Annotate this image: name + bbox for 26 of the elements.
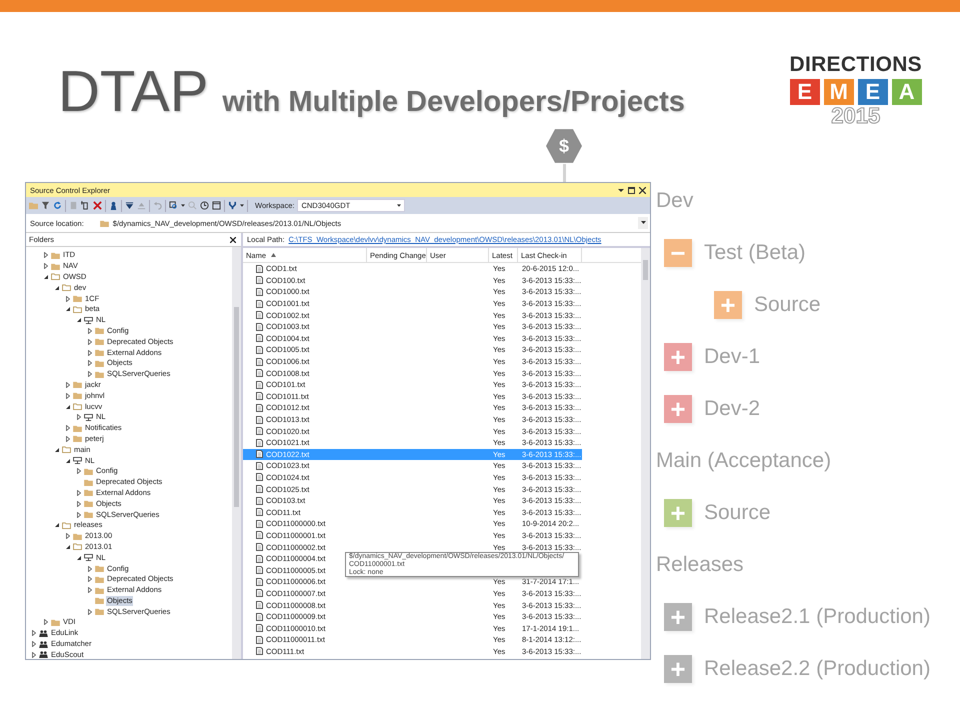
logo-word: DIRECTIONS: [789, 53, 922, 77]
sign-label: −: [670, 238, 686, 268]
logo-letter-tile: A: [892, 79, 922, 105]
stage-label: Release2.2 (Production): [704, 657, 930, 681]
sign-label: +: [670, 498, 686, 528]
stage-label: Dev-1: [704, 345, 760, 369]
stage-label: Test (Beta): [704, 241, 806, 265]
stage-heading: Releases: [656, 553, 744, 577]
root-label: $: [558, 136, 569, 156]
sign-label: +: [720, 290, 736, 320]
sign-label: +: [670, 602, 686, 632]
stage-label: Dev-2: [704, 397, 760, 421]
sign-label: +: [670, 394, 686, 424]
logo-letter-tile: M: [824, 79, 854, 105]
stage-label: Source: [754, 293, 821, 317]
logo-letter-tile: E: [858, 79, 888, 105]
stage-label: Release2.1 (Production): [704, 605, 930, 629]
sign-label: +: [670, 342, 686, 372]
stage-heading: Dev: [656, 189, 694, 213]
slide-subtitle: with Multiple Developers/Projects: [222, 86, 685, 119]
logo-letter-tile: E: [790, 79, 820, 105]
sign-label: +: [670, 654, 686, 684]
stage-label: Source: [704, 501, 771, 525]
slide-title: DTAP: [58, 58, 208, 125]
logo-year: 2015: [831, 105, 880, 127]
stage-heading: Main (Acceptance): [656, 449, 832, 473]
